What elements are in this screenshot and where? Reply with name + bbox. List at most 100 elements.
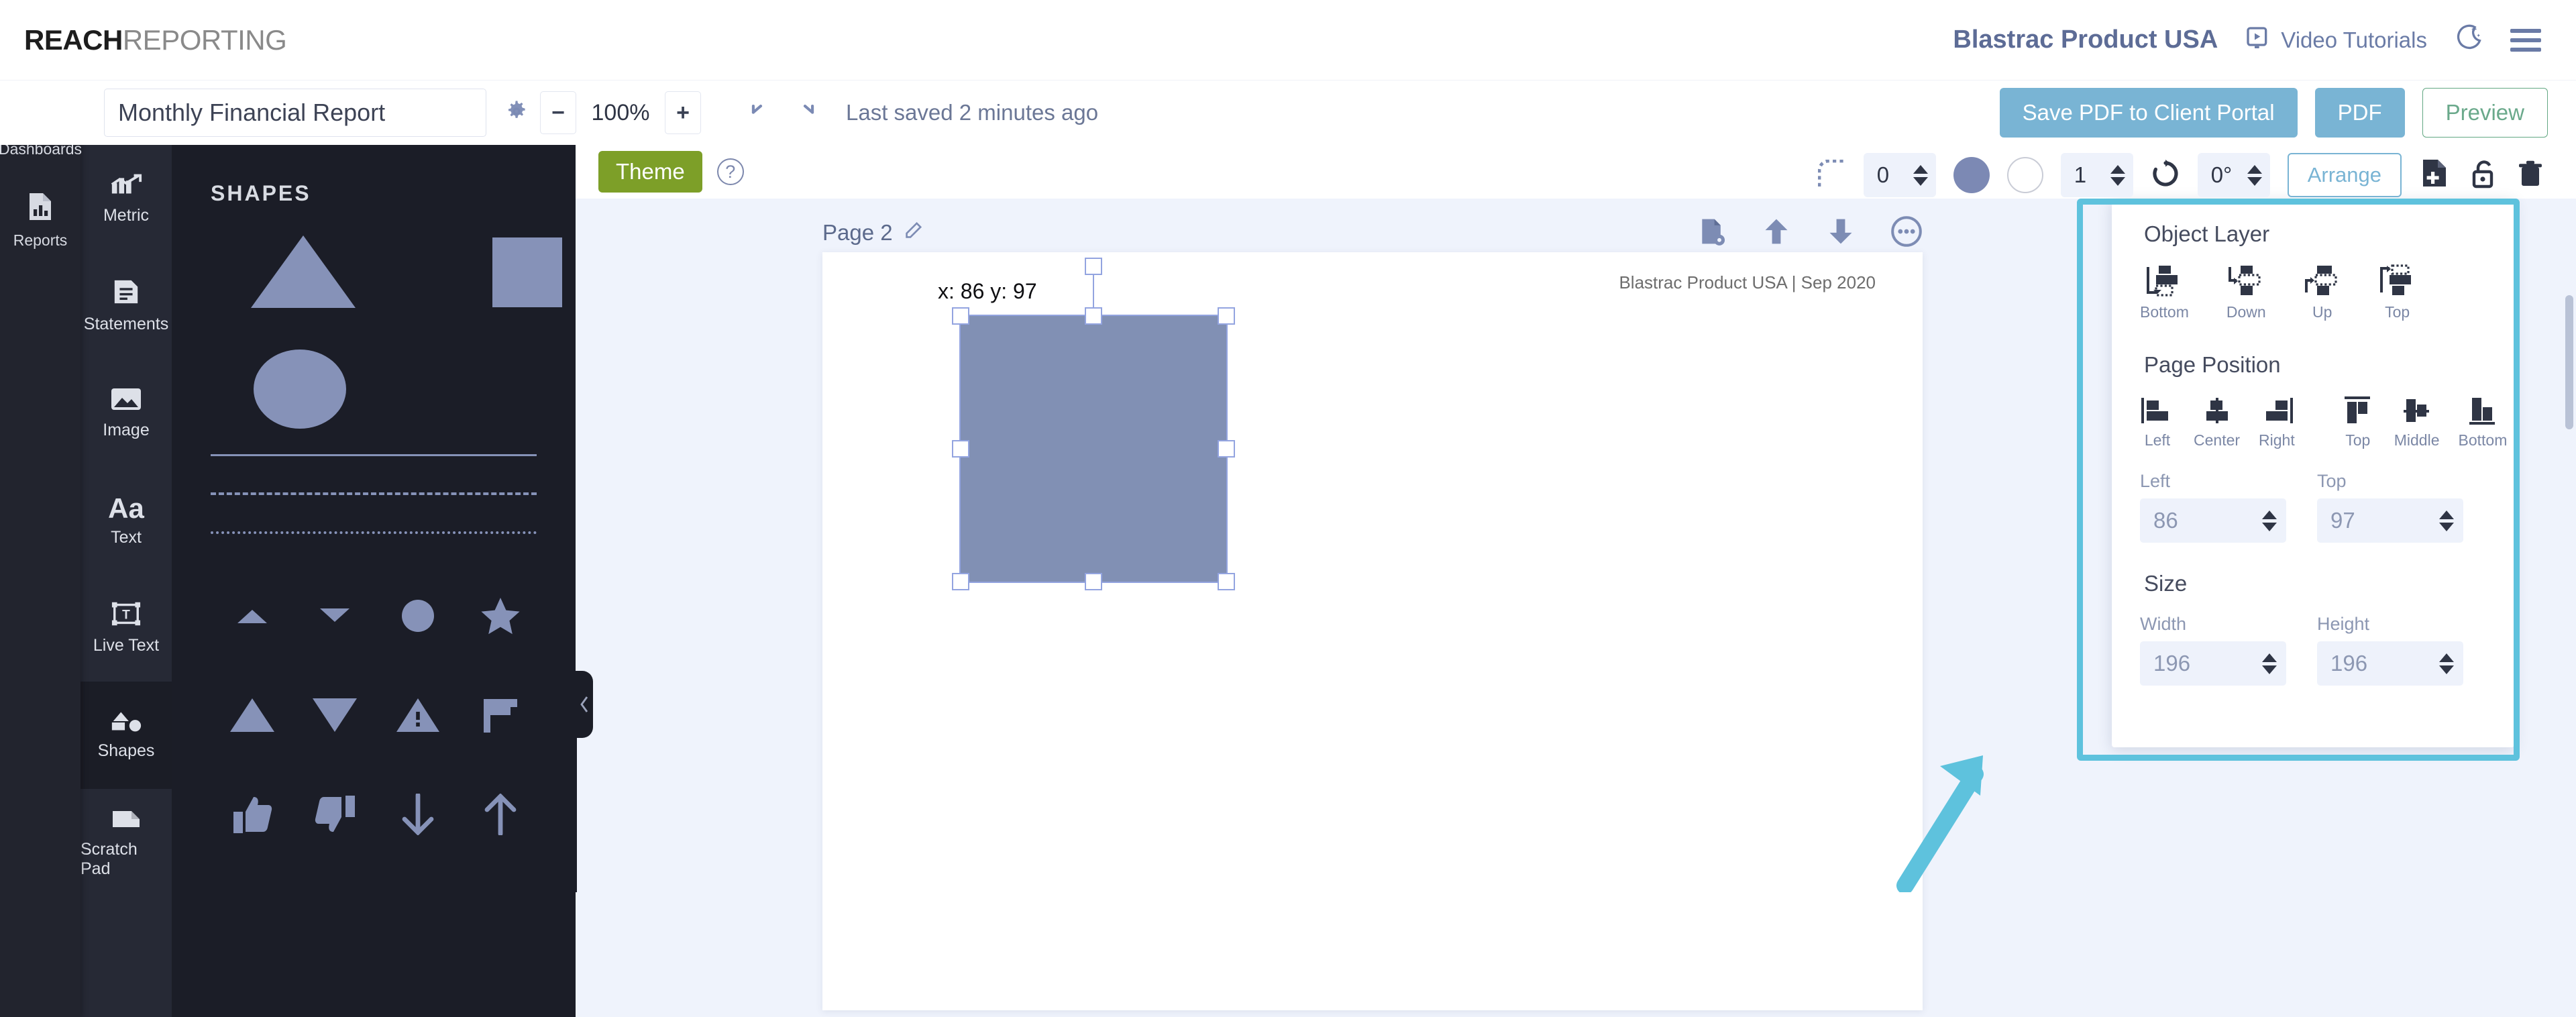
tool-item-statements[interactable]: Statements xyxy=(80,252,172,360)
save-pdf-to-client-portal-button[interactable]: Save PDF to Client Portal xyxy=(1999,88,2298,138)
align-right-button[interactable]: Right xyxy=(2259,395,2295,449)
top-field-spinner[interactable] xyxy=(2439,510,2454,531)
zoom-out-button[interactable]: − xyxy=(540,91,576,134)
shape-triangle-large[interactable] xyxy=(251,235,356,308)
layer-up-button[interactable]: Up xyxy=(2304,264,2341,321)
shape-arrow-up[interactable] xyxy=(460,777,543,852)
layer-top-button[interactable]: Top xyxy=(2379,264,2416,321)
stroke-color-swatch[interactable] xyxy=(2006,157,2043,193)
undo-arrow-icon[interactable] xyxy=(748,99,773,127)
unlock-padlock-icon[interactable] xyxy=(2467,158,2498,193)
pencil-edit-icon[interactable] xyxy=(902,221,922,245)
moon-star-icon[interactable] xyxy=(2454,23,2483,56)
resize-handle-top-left[interactable] xyxy=(952,307,969,325)
stroke-width-value: 1 xyxy=(2074,162,2087,187)
file-gear-icon[interactable] xyxy=(1697,217,1727,250)
shape-arrow-down[interactable] xyxy=(376,777,460,852)
top-field-input[interactable]: 97 xyxy=(2317,498,2463,543)
layer-down-button[interactable]: Down xyxy=(2226,264,2266,321)
trash-can-icon[interactable] xyxy=(2516,159,2545,192)
border-radius-stepper[interactable]: 0 xyxy=(1863,153,1936,197)
fill-color-swatch[interactable] xyxy=(1953,157,1990,193)
zoom-in-button[interactable]: + xyxy=(665,91,701,134)
top-header: REACHREPORTING Blastrac Product USA Vide… xyxy=(0,0,2576,81)
page-actions xyxy=(1697,215,1923,251)
resize-handle-bottom-center[interactable] xyxy=(1085,573,1102,590)
report-chart-file-icon xyxy=(24,191,56,226)
video-tutorials-link[interactable]: Video Tutorials xyxy=(2245,25,2427,55)
left-field-value: 86 xyxy=(2153,508,2178,533)
tool-item-image[interactable]: Image xyxy=(80,360,172,467)
shape-triangle-down[interactable] xyxy=(294,678,377,753)
report-page-canvas[interactable]: Blastrac Product USA | Sep 2020 x: 86 y:… xyxy=(822,252,1923,1010)
shapes-panel-collapse-button[interactable] xyxy=(576,671,593,738)
rotation-stepper[interactable]: 0° xyxy=(2197,153,2270,197)
shape-caret-down[interactable] xyxy=(294,578,377,653)
align-left-button[interactable]: Left xyxy=(2140,395,2175,449)
align-bottom-button[interactable]: Bottom xyxy=(2459,395,2507,449)
tool-item-live-text[interactable]: T Live Text xyxy=(80,574,172,682)
rotation-spinner[interactable] xyxy=(2247,164,2262,186)
theme-button[interactable]: Theme xyxy=(598,151,702,193)
resize-handle-top-center[interactable] xyxy=(1085,307,1102,325)
shape-warning-triangle[interactable] xyxy=(376,678,460,753)
stroke-width-stepper[interactable]: 1 xyxy=(2060,153,2133,197)
corner-radius-icon[interactable] xyxy=(1817,159,1846,191)
border-radius-spinner[interactable] xyxy=(1913,164,1928,186)
shape-thumbs-down[interactable] xyxy=(294,777,377,852)
height-field-input[interactable]: 196 xyxy=(2317,641,2463,686)
shape-triangle-up[interactable] xyxy=(211,678,294,753)
report-title-input[interactable] xyxy=(104,89,486,137)
shape-dotted-line[interactable] xyxy=(211,531,537,534)
app-logo[interactable]: REACHREPORTING xyxy=(24,24,287,56)
gear-icon[interactable] xyxy=(505,100,528,126)
selected-square-shape[interactable] xyxy=(959,315,1228,583)
layer-bottom-button[interactable]: Bottom xyxy=(2140,264,2189,321)
tool-item-metric[interactable]: Metric xyxy=(80,145,172,252)
shape-star[interactable] xyxy=(460,578,543,653)
sidebar-item-reports[interactable]: Reports xyxy=(0,173,80,264)
ellipsis-circle-icon[interactable] xyxy=(1890,215,1923,251)
shape-caret-up[interactable] xyxy=(211,578,294,653)
redo-arrow-icon[interactable] xyxy=(792,99,818,127)
arrow-down-icon[interactable] xyxy=(1826,217,1856,250)
shape-square-large[interactable] xyxy=(492,237,562,307)
arrange-popup-panel: Object Layer Bottom Down Up Top Page Pos… xyxy=(2112,199,2514,747)
question-mark-icon[interactable]: ? xyxy=(716,158,744,185)
rotate-icon[interactable] xyxy=(2151,159,2180,192)
stroke-width-spinner[interactable] xyxy=(2110,164,2125,186)
height-field-spinner[interactable] xyxy=(2439,653,2454,674)
rotation-value: 0° xyxy=(2210,162,2233,187)
shape-circle-large[interactable] xyxy=(254,350,346,429)
align-top-button[interactable]: Top xyxy=(2341,395,2375,449)
left-field-spinner[interactable] xyxy=(2262,510,2277,531)
align-center-button[interactable]: Center xyxy=(2194,395,2240,449)
tool-item-shapes[interactable]: Shapes xyxy=(80,682,172,789)
duplicate-file-icon[interactable] xyxy=(2419,158,2450,193)
resize-handle-bottom-right[interactable] xyxy=(1218,573,1235,590)
resize-handle-middle-right[interactable] xyxy=(1218,440,1235,458)
width-field-input[interactable]: 196 xyxy=(2140,641,2286,686)
shape-dashed-line[interactable] xyxy=(211,492,537,495)
width-field-spinner[interactable] xyxy=(2262,653,2277,674)
hamburger-menu-icon[interactable] xyxy=(2510,28,2541,52)
shape-circle-small[interactable] xyxy=(376,578,460,653)
preview-button[interactable]: Preview xyxy=(2422,88,2548,138)
rotation-handle[interactable] xyxy=(1085,258,1102,275)
shape-thumbs-up[interactable] xyxy=(211,777,294,852)
resize-handle-top-right[interactable] xyxy=(1218,307,1235,325)
resize-handle-middle-left[interactable] xyxy=(952,440,969,458)
align-center-label: Center xyxy=(2194,431,2241,449)
arrow-up-icon[interactable] xyxy=(1762,217,1791,250)
arrange-button[interactable]: Arrange xyxy=(2287,153,2402,197)
tool-item-text[interactable]: Aa Text xyxy=(80,467,172,574)
video-play-icon xyxy=(2245,25,2271,55)
align-middle-button[interactable]: Middle xyxy=(2394,395,2440,449)
canvas-vertical-scrollbar[interactable] xyxy=(2565,295,2573,429)
resize-handle-bottom-left[interactable] xyxy=(952,573,969,590)
pdf-button[interactable]: PDF xyxy=(2314,88,2405,138)
tool-item-scratch-pad[interactable]: Scratch Pad xyxy=(80,789,172,896)
left-field-input[interactable]: 86 xyxy=(2140,498,2286,543)
shape-solid-line[interactable] xyxy=(211,454,537,456)
shape-flag[interactable] xyxy=(460,678,543,753)
